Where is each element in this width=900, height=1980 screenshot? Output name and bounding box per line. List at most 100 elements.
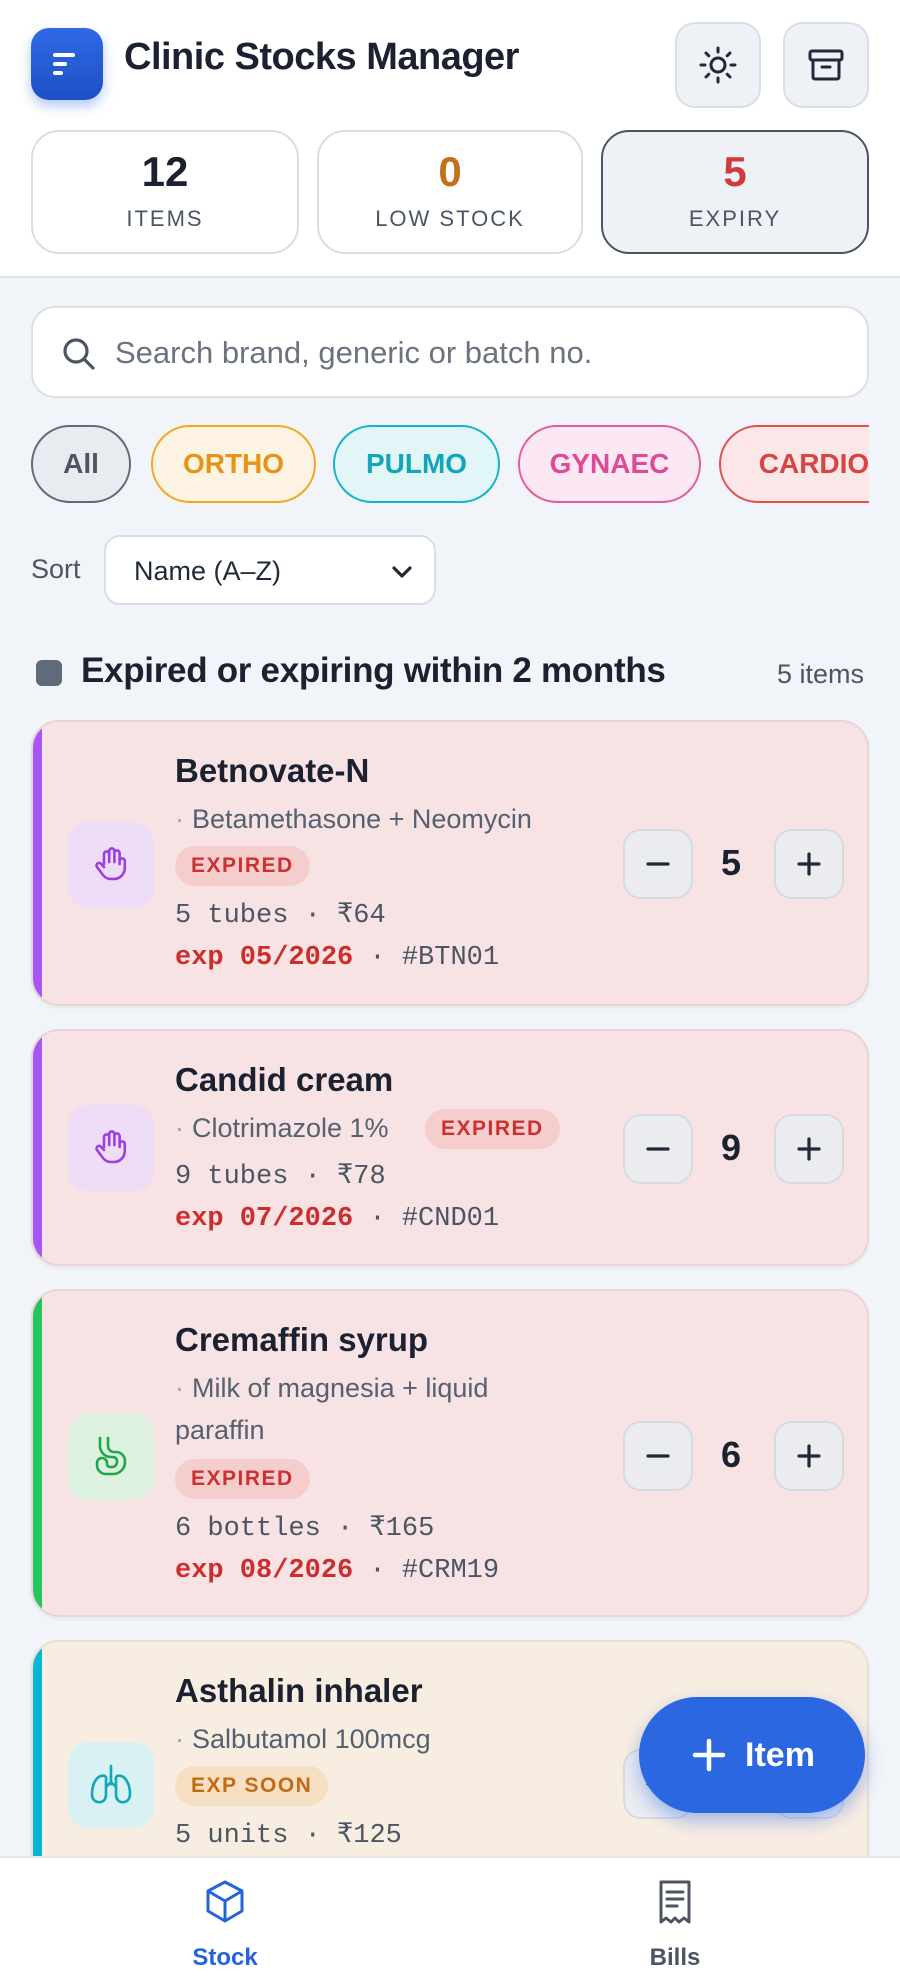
decrement-button[interactable] bbox=[623, 1114, 693, 1184]
item-name: Candid cream bbox=[175, 1061, 394, 1098]
sun-icon bbox=[699, 46, 737, 84]
section-title: Expired or expiring within 2 months bbox=[81, 651, 666, 690]
item-quantity-price: 6 bottles · ₹165 bbox=[175, 1514, 435, 1544]
sort-value: Name (A–Z) bbox=[134, 556, 282, 586]
section-count: 5 items bbox=[776, 659, 864, 689]
receipt-icon bbox=[659, 1880, 691, 1924]
item-generic: · Betamethasone + Neomycin bbox=[175, 804, 532, 834]
item-expiry-date: exp 05/2026 bbox=[175, 943, 354, 973]
nav-stock-label: Stock bbox=[192, 1944, 258, 1971]
menu-lines-icon bbox=[53, 53, 75, 75]
item-icon bbox=[68, 1414, 154, 1500]
stat-items-card[interactable]: 12 ITEMS bbox=[31, 130, 299, 254]
increment-button[interactable] bbox=[774, 829, 844, 899]
status-badge: EXPIRED bbox=[175, 846, 310, 886]
item-generic-text: Clotrimazole 1% bbox=[192, 1113, 389, 1143]
decrement-button[interactable] bbox=[623, 1421, 693, 1491]
item-generic: · Salbutamol 100mcg bbox=[175, 1724, 431, 1754]
category-filter-chips: All ORTHO PULMO GYNAEC CARDIO bbox=[31, 425, 869, 505]
search-box bbox=[31, 306, 869, 398]
nav-stock[interactable]: Stock bbox=[0, 1858, 450, 1980]
stat-expiry-card[interactable]: 5 EXPIRY bbox=[601, 130, 869, 254]
category-accent-bar bbox=[33, 1291, 42, 1615]
plus-icon bbox=[797, 1444, 821, 1468]
item-generic: · Milk of magnesia + liquid bbox=[175, 1373, 489, 1403]
add-item-label: Item bbox=[745, 1735, 815, 1774]
stock-card[interactable]: Candid cream · Clotrimazole 1% EXPIRED 9 … bbox=[31, 1029, 869, 1266]
plus-icon bbox=[797, 1137, 821, 1161]
section-marker bbox=[36, 660, 62, 686]
quantity-value: 9 bbox=[720, 1127, 742, 1168]
plus-icon bbox=[692, 1738, 726, 1772]
stat-items-value: 12 bbox=[141, 148, 189, 195]
stat-low-stock-label: LOW STOCK bbox=[375, 206, 525, 231]
archive-button[interactable] bbox=[783, 22, 869, 108]
plus-icon bbox=[797, 852, 821, 876]
item-generic-text: Betamethasone + Neomycin bbox=[192, 804, 532, 834]
item-icon bbox=[68, 1742, 154, 1828]
chip-ortho[interactable]: ORTHO bbox=[151, 425, 316, 503]
stat-low-stock-card[interactable]: 0 LOW STOCK bbox=[317, 130, 583, 254]
nav-bills[interactable]: Bills bbox=[450, 1858, 900, 1980]
bottom-navigation: Stock Bills bbox=[0, 1856, 900, 1980]
status-badge: EXPIRED bbox=[425, 1109, 560, 1149]
sort-label: Sort bbox=[31, 554, 81, 584]
sort-select[interactable]: Name (A–Z) bbox=[104, 535, 436, 605]
status-badge: EXPIRED bbox=[175, 1459, 310, 1499]
hand-icon bbox=[95, 1130, 127, 1164]
theme-toggle-button[interactable] bbox=[675, 22, 761, 108]
add-item-button[interactable]: Item bbox=[639, 1697, 865, 1813]
app-header: Clinic Stocks Manager 12 ITEMS 0 LOW STO… bbox=[0, 0, 900, 278]
minus-icon bbox=[646, 1147, 670, 1151]
item-name: Asthalin inhaler bbox=[175, 1672, 423, 1709]
minus-icon bbox=[646, 1454, 670, 1458]
nav-bills-label: Bills bbox=[649, 1944, 701, 1971]
archive-icon bbox=[808, 49, 844, 81]
chip-all[interactable]: All bbox=[31, 425, 131, 503]
stock-card[interactable]: Betnovate-N · Betamethasone + Neomycin EX… bbox=[31, 720, 869, 1006]
minus-icon bbox=[646, 862, 670, 866]
item-quantity-price: 5 tubes · ₹64 bbox=[175, 901, 386, 931]
item-expiry-batch: exp 07/2026 · #CND01 bbox=[175, 1204, 499, 1234]
chip-gynaec[interactable]: GYNAEC bbox=[518, 425, 701, 503]
stock-card[interactable]: Cremaffin syrup · Milk of magnesia + liqu… bbox=[31, 1289, 869, 1617]
search-icon bbox=[63, 338, 95, 370]
quantity-value: 5 bbox=[720, 842, 742, 883]
stat-low-stock-value: 0 bbox=[438, 148, 462, 195]
item-batch: · #BTN01 bbox=[353, 943, 500, 973]
item-icon bbox=[68, 1105, 154, 1191]
chip-cardio[interactable]: CARDIO bbox=[719, 425, 869, 503]
increment-button[interactable] bbox=[774, 1421, 844, 1491]
stat-expiry-label: EXPIRY bbox=[688, 206, 782, 231]
status-badge: EXP SOON bbox=[175, 1766, 329, 1806]
box-icon bbox=[206, 1880, 244, 1923]
decrement-button[interactable] bbox=[623, 829, 693, 899]
search-input[interactable] bbox=[115, 322, 835, 384]
chevron-down-icon bbox=[392, 566, 412, 578]
item-quantity-price: 5 units · ₹125 bbox=[175, 1821, 402, 1851]
item-generic-text: Milk of magnesia + liquid bbox=[192, 1373, 489, 1403]
item-batch: · #CND01 bbox=[353, 1204, 500, 1234]
stat-items-label: ITEMS bbox=[126, 206, 204, 231]
item-generic-continued: paraffin bbox=[175, 1415, 265, 1445]
item-generic: · Clotrimazole 1% bbox=[175, 1113, 389, 1143]
category-accent-bar bbox=[33, 1031, 42, 1264]
app-title: Clinic Stocks Manager bbox=[124, 36, 519, 78]
item-generic-text: Salbutamol 100mcg bbox=[192, 1724, 431, 1754]
app-logo bbox=[31, 28, 103, 100]
item-expiry-batch: exp 08/2026 · #CRM19 bbox=[175, 1556, 499, 1586]
stat-expiry-value: 5 bbox=[723, 148, 747, 195]
category-accent-bar bbox=[33, 722, 42, 1004]
chip-pulmo[interactable]: PULMO bbox=[333, 425, 500, 503]
hand-icon bbox=[95, 847, 127, 881]
item-expiry-date: exp 08/2026 bbox=[175, 1556, 354, 1586]
quantity-value: 6 bbox=[720, 1434, 742, 1475]
item-icon bbox=[68, 822, 154, 908]
item-name: Cremaffin syrup bbox=[175, 1321, 429, 1358]
increment-button[interactable] bbox=[774, 1114, 844, 1184]
stomach-icon bbox=[95, 1436, 127, 1476]
item-quantity-price: 9 tubes · ₹78 bbox=[175, 1162, 386, 1192]
item-expiry-date: exp 07/2026 bbox=[175, 1204, 354, 1234]
lungs-icon bbox=[90, 1764, 132, 1804]
item-expiry-batch: exp 05/2026 · #BTN01 bbox=[175, 943, 499, 973]
